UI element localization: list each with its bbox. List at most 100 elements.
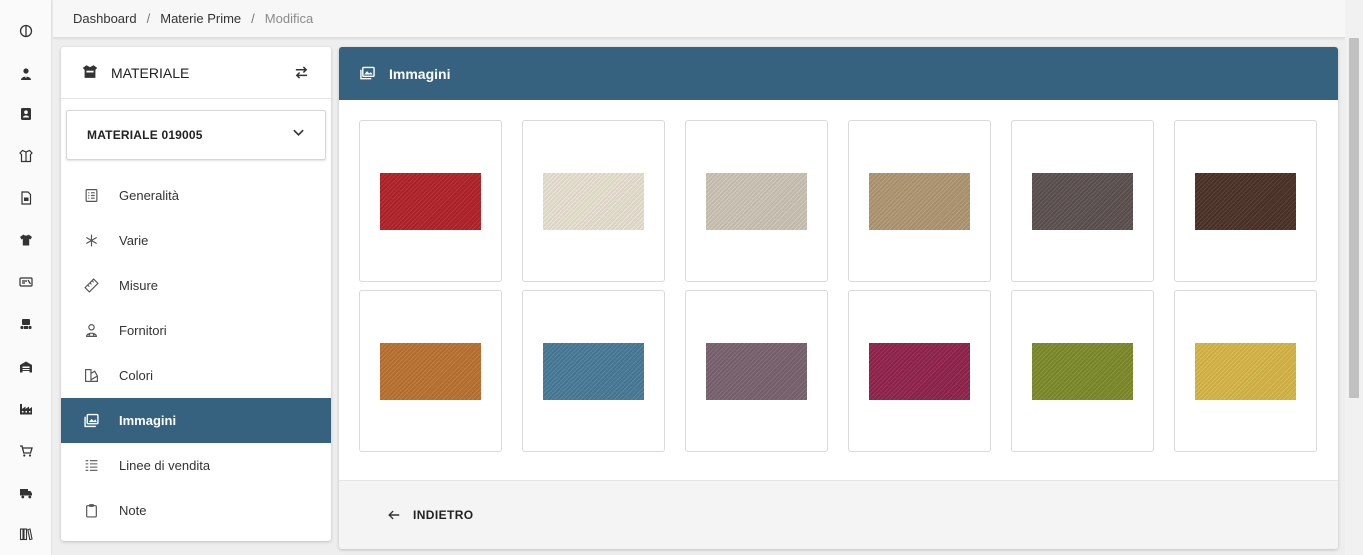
- globe-icon: [19, 24, 33, 43]
- panel-title: Immagini: [389, 65, 451, 82]
- image-thumbnail[interactable]: [1011, 290, 1154, 452]
- industry-icon: [19, 402, 33, 421]
- sidebar-item-immagini[interactable]: Immagini: [61, 398, 331, 443]
- swap-arrows-icon[interactable]: [291, 63, 311, 83]
- fabric-swatch-image: [1032, 172, 1133, 230]
- fabric-swatch-image: [869, 342, 970, 400]
- box-open-icon: [19, 149, 33, 168]
- image-grid: [359, 120, 1317, 452]
- rail-cart-button[interactable]: [14, 441, 38, 465]
- fabric-swatch-image: [380, 172, 481, 230]
- sidebar-item-label: Fornitori: [119, 323, 167, 338]
- images-icon: [360, 66, 376, 82]
- breadcrumb-separator: /: [146, 11, 151, 26]
- sidebar-item-label: Generalità: [119, 188, 179, 203]
- ruler-icon: [83, 278, 99, 294]
- warehouse-icon: [19, 360, 33, 379]
- breadcrumb-materie-prime[interactable]: Materie Prime: [160, 11, 241, 26]
- people-carry-icon: [19, 317, 33, 336]
- sidebar-item-label: Immagini: [119, 413, 177, 428]
- user-tie-icon: [19, 67, 33, 86]
- sidebar-item-misure[interactable]: Misure: [61, 263, 331, 308]
- sidebar-item-label: Misure: [119, 278, 159, 293]
- sidebar-item-varie[interactable]: Varie: [61, 218, 331, 263]
- rail-tag-ticket-button[interactable]: [14, 272, 38, 296]
- file-invoice-icon: [19, 190, 33, 210]
- rail-address-book-button[interactable]: [14, 104, 38, 128]
- back-button-label: INDIETRO: [413, 508, 474, 522]
- truck-icon: [19, 486, 33, 505]
- sidebar-item-label: Note: [119, 503, 147, 518]
- rail-truck-button[interactable]: [14, 483, 38, 507]
- image-thumbnail[interactable]: [359, 290, 502, 452]
- image-thumbnail[interactable]: [522, 120, 665, 282]
- breadcrumb-bar: Dashboard / Materie Prime / Modifica: [53, 0, 1345, 38]
- sidebar-item-colori[interactable]: Colori: [61, 353, 331, 398]
- image-thumbnail[interactable]: [685, 290, 828, 452]
- rail-box-open-button[interactable]: [14, 146, 38, 170]
- rail-people-carry-button[interactable]: [14, 314, 38, 338]
- sidebar-item-generalit[interactable]: Generalità: [61, 173, 331, 218]
- cart-icon: [19, 444, 33, 463]
- address-book-icon: [19, 107, 33, 126]
- sidebar-item-label: Colori: [119, 368, 153, 383]
- material-select[interactable]: MATERIALE 019005: [66, 110, 326, 160]
- sidebar-item-note[interactable]: Note: [61, 488, 331, 533]
- fabric-swatch-image: [543, 342, 644, 400]
- rail-books-button[interactable]: [14, 524, 38, 548]
- fabric-swatch-image: [380, 342, 481, 400]
- image-thumbnail[interactable]: [1011, 120, 1154, 282]
- rail-tshirt-button[interactable]: [14, 230, 38, 254]
- asterisk-icon: [83, 233, 99, 249]
- chevron-down-icon: [292, 126, 305, 144]
- rail-user-tie-button[interactable]: [14, 64, 38, 88]
- images-icon: [83, 413, 99, 429]
- material-select-value: MATERIALE 019005: [87, 128, 203, 142]
- sidebar-header: MATERIALE: [61, 47, 331, 99]
- fabric-swatch-image: [706, 172, 807, 230]
- box-open-icon: [81, 64, 99, 82]
- rail-file-invoice-button[interactable]: [14, 188, 38, 212]
- page-scrollbar[interactable]: [1345, 0, 1363, 555]
- fabric-swatch-image: [869, 172, 970, 230]
- image-thumbnail[interactable]: [848, 120, 991, 282]
- image-thumbnail[interactable]: [522, 290, 665, 452]
- rail-globe-button[interactable]: [14, 21, 38, 45]
- fabric-swatch-image: [543, 172, 644, 230]
- breadcrumb-modifica: Modifica: [264, 11, 314, 26]
- sidebar-item-label: Linee di vendita: [119, 458, 211, 473]
- sidebar-menu: Generalità Varie Misure Fornitori Colori Imma…: [61, 173, 331, 533]
- material-sidebar: MATERIALE MATERIALE 019005 Generalità Var…: [61, 47, 331, 541]
- fabric-swatch-image: [1195, 342, 1296, 400]
- app-nav-rail: [0, 0, 52, 555]
- image-thumbnail[interactable]: [848, 290, 991, 452]
- panel-header: Immagini: [339, 47, 1338, 100]
- lines-icon: [83, 458, 99, 474]
- books-icon: [19, 527, 33, 546]
- breadcrumb-dashboard[interactable]: Dashboard: [73, 11, 137, 26]
- sidebar-item-linee-di-vendita[interactable]: Linee di vendita: [61, 443, 331, 488]
- sidebar-item-label: Varie: [119, 233, 149, 248]
- tshirt-icon: [19, 233, 33, 252]
- palette-icon: [83, 368, 99, 384]
- breadcrumb: Dashboard / Materie Prime / Modifica: [73, 11, 313, 26]
- fabric-swatch-image: [1032, 342, 1133, 400]
- rail-industry-button[interactable]: [14, 399, 38, 423]
- image-thumbnail[interactable]: [1174, 120, 1317, 282]
- image-thumbnail[interactable]: [685, 120, 828, 282]
- sidebar-title: MATERIALE: [111, 64, 190, 81]
- images-panel: Immagini INDIETRO: [339, 47, 1338, 549]
- supplier-icon: [83, 323, 99, 339]
- panel-footer: INDIETRO: [339, 480, 1338, 549]
- list-icon: [83, 188, 99, 204]
- image-thumbnail[interactable]: [1174, 290, 1317, 452]
- sidebar-item-fornitori[interactable]: Fornitori: [61, 308, 331, 353]
- image-thumbnail[interactable]: [359, 120, 502, 282]
- tag-ticket-icon: [19, 275, 33, 294]
- rail-warehouse-button[interactable]: [14, 357, 38, 381]
- fabric-swatch-image: [1195, 172, 1296, 230]
- breadcrumb-separator: /: [251, 11, 255, 26]
- back-button[interactable]: INDIETRO: [387, 507, 474, 523]
- arrow-left-icon: [387, 507, 403, 523]
- scrollbar-thumb[interactable]: [1349, 38, 1359, 398]
